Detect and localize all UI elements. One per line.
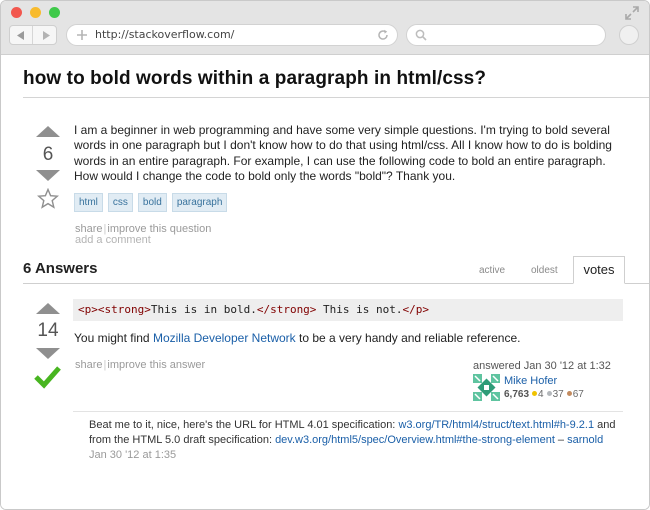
- question-downvote-button[interactable]: [36, 170, 60, 181]
- answer-vote-count: 14: [37, 320, 59, 341]
- avatar[interactable]: [473, 374, 500, 401]
- page-content: how to bold words within a paragraph in …: [1, 56, 649, 509]
- tab-sort-votes[interactable]: votes: [573, 256, 625, 284]
- answer-improve-link[interactable]: improve this answer: [107, 359, 205, 371]
- answered-timestamp: answered Jan 30 '12 at 1:32: [473, 360, 611, 372]
- gold-badge-icon: [532, 391, 538, 397]
- silver-badge-count: 37: [552, 389, 564, 400]
- title-divider: [23, 97, 649, 98]
- tab-sort-active[interactable]: active: [479, 265, 505, 276]
- gold-badge-count: 4: [538, 389, 544, 400]
- chevron-right-icon: [42, 30, 50, 40]
- silver-badge-icon: [546, 391, 552, 397]
- code-bold-text: This is in bold.: [150, 303, 257, 316]
- question-title[interactable]: how to bold words within a paragraph in …: [23, 68, 486, 90]
- user-card: answered Jan 30 '12 at 1:32 Mike Hofer 6…: [473, 360, 623, 401]
- tab-sort-oldest[interactable]: oldest: [531, 265, 558, 276]
- question-body: I am a beginner in web programming and h…: [74, 123, 612, 183]
- user-name-link[interactable]: Mike Hofer: [504, 375, 557, 387]
- close-window-button[interactable]: [11, 7, 22, 18]
- back-button[interactable]: [10, 26, 33, 44]
- plus-icon[interactable]: [76, 29, 88, 41]
- answers-divider: [23, 283, 649, 284]
- user-reputation: 6,763 4 37 67: [504, 389, 584, 400]
- address-bar[interactable]: http://stackoverflow.com/: [66, 24, 398, 46]
- comment: Beat me to it, nice, here's the URL for …: [89, 418, 619, 463]
- answer-share-link[interactable]: share: [75, 359, 103, 371]
- comment-user-link[interactable]: sarnold: [567, 434, 603, 446]
- maximize-window-button[interactable]: [49, 7, 60, 18]
- browser-window: http://stackoverflow.com/ how to bold wo…: [0, 0, 650, 510]
- bronze-badge-count: 67: [572, 389, 584, 400]
- comment-divider: [73, 411, 623, 412]
- html4-spec-link[interactable]: w3.org/TR/html4/struct/text.html#h-9.2.1: [398, 419, 594, 431]
- code-strong-close: </strong>: [256, 303, 317, 316]
- mdn-link[interactable]: Mozilla Developer Network: [153, 331, 296, 345]
- answer-upvote-button[interactable]: [36, 303, 60, 314]
- forward-button[interactable]: [34, 26, 57, 44]
- question-vote-count: 6: [42, 144, 54, 165]
- answer-body: You might find Mozilla Developer Network…: [74, 331, 520, 345]
- search-icon: [415, 29, 427, 41]
- extension-button[interactable]: [619, 25, 639, 45]
- chevron-left-icon: [17, 30, 24, 40]
- answer-downvote-button[interactable]: [36, 348, 60, 359]
- star-icon[interactable]: [37, 188, 59, 209]
- minimize-window-button[interactable]: [30, 7, 41, 18]
- browser-toolbar: http://stackoverflow.com/: [1, 1, 649, 55]
- question-upvote-button[interactable]: [36, 126, 60, 137]
- checkmark-icon: [34, 366, 61, 389]
- code-block: <p><strong>This is in bold.</strong> Thi…: [73, 299, 623, 321]
- answer-text-prefix: You might find: [74, 331, 153, 345]
- bronze-badge-icon: [566, 391, 572, 397]
- search-field[interactable]: [406, 24, 606, 46]
- tag-html[interactable]: html: [74, 193, 103, 212]
- tag-paragraph[interactable]: paragraph: [171, 193, 228, 212]
- nav-buttons: [9, 25, 57, 45]
- reload-icon[interactable]: [377, 29, 389, 41]
- tag-bold[interactable]: bold: [137, 193, 167, 212]
- tag-css[interactable]: css: [107, 193, 133, 212]
- expand-icon[interactable]: [625, 6, 639, 20]
- add-comment-link[interactable]: add a comment: [75, 234, 151, 246]
- html5-spec-link[interactable]: dev.w3.org/html5/spec/Overview.html#the-…: [275, 434, 555, 446]
- code-plain-text: This is not.: [316, 303, 403, 316]
- code-strong-open: <strong>: [97, 303, 151, 316]
- code-p-open: <p>: [78, 303, 98, 316]
- question-tags: html css bold paragraph: [74, 193, 228, 212]
- comment-timestamp: Jan 30 '12 at 1:35: [89, 449, 177, 461]
- answer-post-menu: share|improve this answer: [75, 359, 205, 371]
- code-p-close: </p>: [402, 303, 430, 316]
- comment-text-1: Beat me to it, nice, here's the URL for …: [89, 419, 399, 431]
- comment-dash: –: [554, 434, 568, 446]
- answers-count-header: 6 Answers: [23, 260, 98, 277]
- reputation-score: 6,763: [504, 389, 530, 400]
- answer-text-suffix: to be a very handy and reliable referenc…: [295, 331, 521, 345]
- url-text[interactable]: http://stackoverflow.com/: [95, 28, 234, 41]
